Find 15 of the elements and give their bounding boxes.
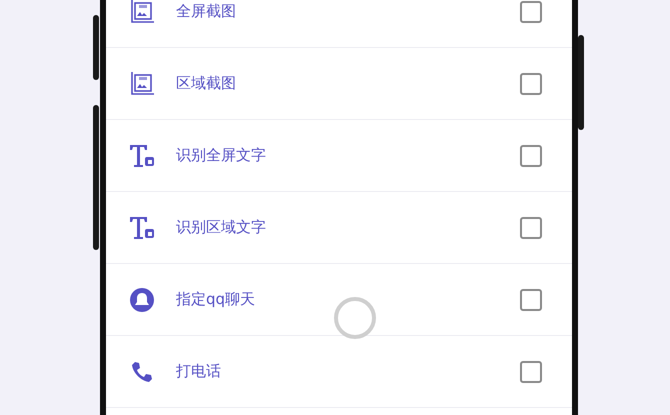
checkbox[interactable] bbox=[520, 72, 542, 94]
checkbox[interactable] bbox=[520, 216, 542, 238]
image-frame-icon bbox=[128, 70, 156, 98]
option-label: 识别全屏文字 bbox=[176, 145, 267, 166]
checkbox[interactable] bbox=[520, 288, 542, 310]
checkbox[interactable] bbox=[520, 144, 542, 166]
option-label: 区域截图 bbox=[176, 73, 237, 94]
option-label: 识别区域文字 bbox=[176, 217, 267, 238]
checkbox[interactable] bbox=[520, 360, 542, 382]
option-label: 打电话 bbox=[176, 361, 222, 382]
option-label: 全屏截图 bbox=[176, 1, 237, 22]
chat-bubble-icon bbox=[128, 286, 156, 314]
checkbox[interactable] bbox=[520, 0, 542, 22]
option-label: 指定qq聊天 bbox=[176, 289, 256, 310]
image-frame-icon bbox=[128, 0, 156, 26]
